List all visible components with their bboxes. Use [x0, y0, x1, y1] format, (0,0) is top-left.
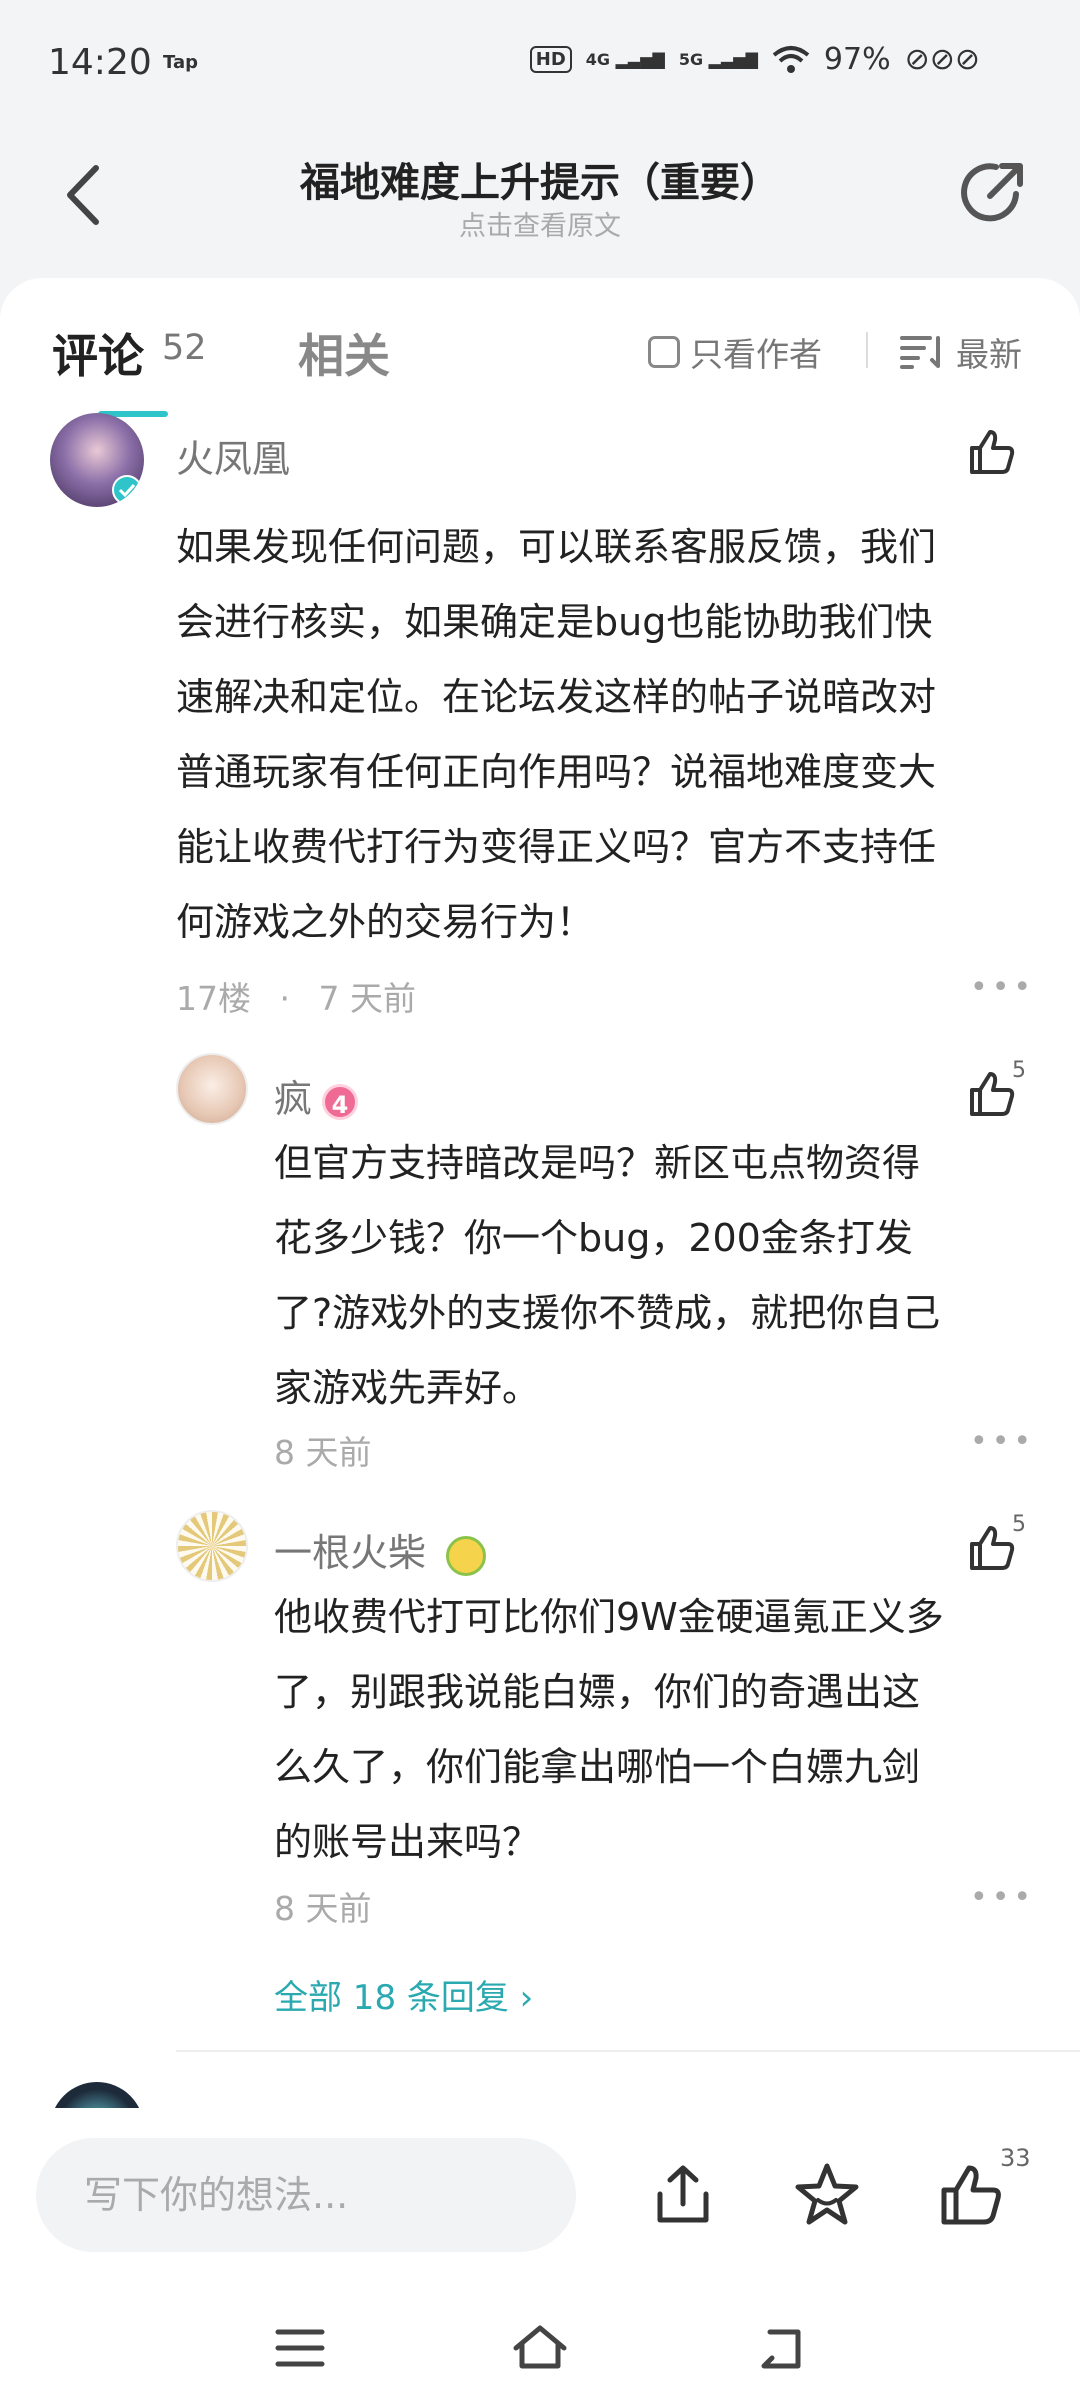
like-icon[interactable]	[966, 426, 1018, 478]
signal-4g-icon: 4G ▂▃▅▇	[585, 50, 665, 69]
more-options-icon[interactable]: •••	[970, 1880, 1035, 1915]
back-nav-icon[interactable]	[750, 2318, 810, 2378]
author-only-toggle[interactable]: 只看作者	[648, 328, 822, 376]
comment-count: 52	[162, 328, 207, 368]
avatar[interactable]	[50, 2082, 144, 2108]
comment-meta: 17楼 · 7 天前	[176, 979, 417, 1018]
tabs-bar: 评论 52 相关 只看作者 最新	[0, 278, 1080, 417]
status-icons: HD 4G ▂▃▅▇ 5G ▂▃▅▇ 97% ⊘⊘⊘	[529, 42, 980, 77]
share-icon[interactable]	[956, 156, 1030, 230]
sort-button[interactable]: 最新	[900, 328, 1022, 376]
favorite-star-icon[interactable]	[792, 2160, 862, 2230]
author-only-label: 只看作者	[690, 335, 822, 374]
page-title: 福地难度上升提示（重要）	[300, 160, 780, 206]
emoji-avatar-icon	[446, 1535, 487, 1576]
checkbox-icon[interactable]	[648, 336, 680, 368]
tap-indicator: Tap	[163, 52, 198, 73]
comments-card: 评论 52 相关 只看作者 最新 火凤凰 如果发现任何问题，可以联系客服反馈，我…	[0, 278, 1080, 2108]
reply-text: 他收费代打可比你们9W金硬逼氪正义多 了，别跟我说能白嫖，你们的奇遇出这 么久了…	[274, 1595, 944, 1864]
reply-author[interactable]: 一根火柴	[274, 1522, 487, 1577]
like-count: 5	[1012, 1512, 1026, 1537]
avatar[interactable]	[50, 413, 144, 507]
wifi-icon	[772, 45, 810, 73]
tab-comments[interactable]: 评论	[52, 320, 144, 386]
like-count: 33	[1000, 2144, 1031, 2172]
tab-related[interactable]: 相关	[298, 320, 390, 386]
more-options-icon[interactable]: •••	[970, 970, 1035, 1005]
more-options-icon[interactable]: •••	[970, 1424, 1035, 1459]
system-nav-bar	[0, 2288, 1080, 2408]
verified-icon	[112, 475, 142, 505]
header: 福地难度上升提示（重要） 点击查看原文	[0, 120, 1080, 270]
like-icon[interactable]	[936, 2160, 1006, 2230]
divider	[866, 332, 868, 368]
hd-icon: HD	[529, 46, 572, 73]
comment-input[interactable]: 写下你的想法...	[36, 2138, 576, 2252]
bottom-action-bar: 写下你的想法... 33	[0, 2108, 1080, 2288]
signal-5g-icon: 5G ▂▃▅▇	[678, 50, 758, 69]
all-replies-link[interactable]: 全部 18 条回复 ›	[274, 1970, 533, 2019]
home-icon[interactable]	[510, 2318, 570, 2378]
reply-author[interactable]: 疯4	[274, 1068, 359, 1123]
comment-author[interactable]: 火凤凰	[176, 428, 290, 483]
floor-number: 17楼	[176, 979, 251, 1018]
status-bar: 14:20 Tap HD 4G ▂▃▅▇ 5G ▂▃▅▇ 97% ⊘⊘⊘	[0, 0, 1080, 120]
sort-icon	[900, 336, 940, 369]
share-upload-icon[interactable]	[648, 2160, 718, 2230]
like-count: 5	[1012, 1058, 1026, 1083]
battery-percent: 97%	[823, 42, 891, 77]
like-icon[interactable]	[966, 1522, 1018, 1574]
comment-time: 7 天前	[318, 979, 417, 1018]
avatar[interactable]	[176, 1510, 248, 1582]
level-badge: 4	[322, 1083, 359, 1120]
status-time: 14:20	[48, 42, 152, 83]
comment-text: 如果发现任何问题，可以联系客服反馈，我们 会进行核实，如果确定是bug也能协助我…	[176, 525, 937, 944]
battery-icon: ⊘⊘⊘	[904, 42, 980, 77]
sort-label: 最新	[956, 335, 1022, 374]
reply-time: 8 天前	[274, 1889, 372, 1928]
divider	[176, 2050, 1080, 2052]
view-original-link[interactable]: 点击查看原文	[0, 204, 1080, 243]
reply-time: 8 天前	[274, 1433, 372, 1472]
like-icon[interactable]	[966, 1068, 1018, 1120]
avatar[interactable]	[176, 1053, 248, 1125]
menu-icon[interactable]	[270, 2318, 330, 2378]
reply-text: 但官方支持暗改是吗？新区屯点物资得 花多少钱？你一个bug，200金条打发 了?…	[274, 1141, 941, 1410]
